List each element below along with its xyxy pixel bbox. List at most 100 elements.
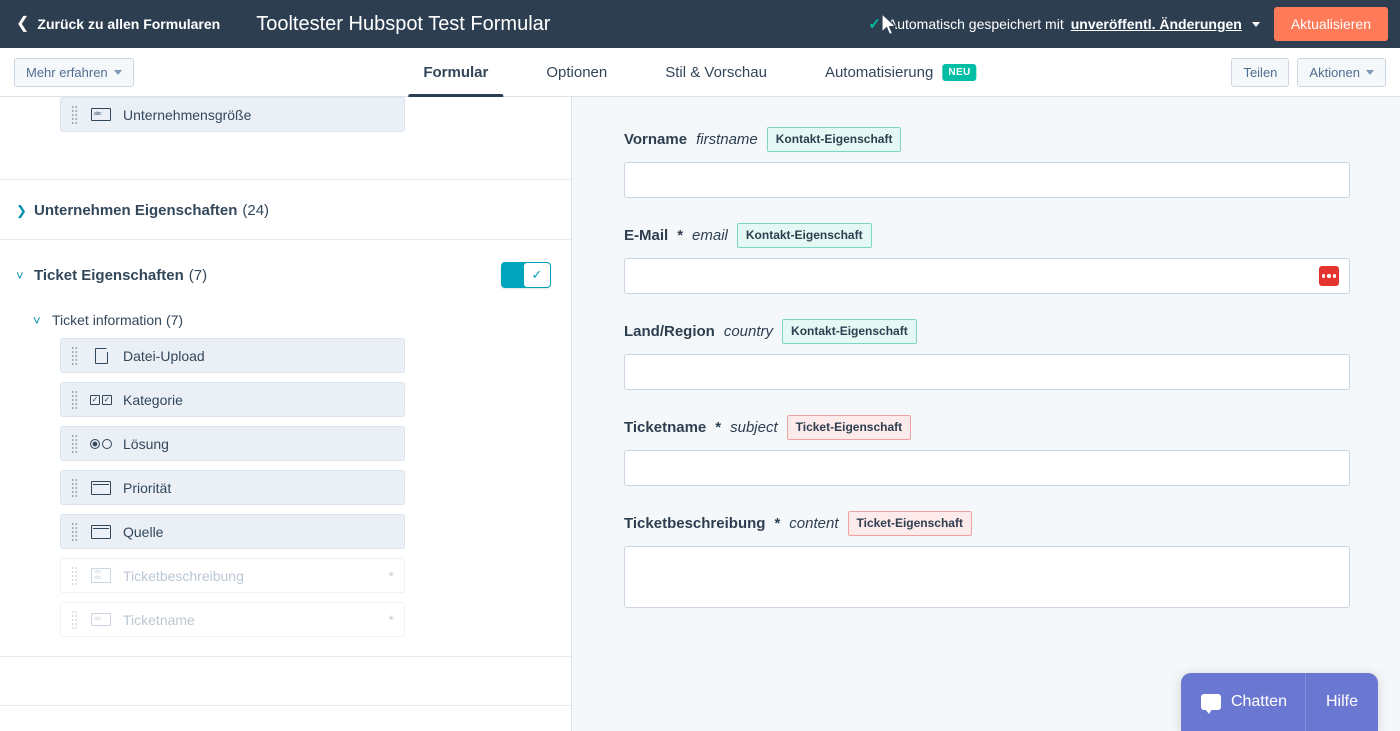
field-item-loesung[interactable]: Lösung xyxy=(60,426,405,461)
ticketbeschreibung-textarea[interactable] xyxy=(624,546,1350,608)
chevron-right-icon[interactable]: ❯ xyxy=(16,204,30,217)
ticket-properties-toggle[interactable]: ✓ xyxy=(501,262,551,288)
unpublished-changes-link[interactable]: unveröffentl. Änderungen xyxy=(1071,16,1242,32)
file-icon xyxy=(90,347,112,364)
field-header: Vorname firstname Kontakt-Eigenschaft xyxy=(624,127,1350,152)
abc-textbox-icon: abc xyxy=(90,612,112,628)
drag-handle-icon[interactable] xyxy=(71,105,78,124)
email-input[interactable] xyxy=(624,258,1350,294)
chevron-down-icon[interactable]: ˅ xyxy=(16,269,30,282)
field-item-ticketbeschreibung: abc abc Ticketbeschreibung * xyxy=(60,558,405,593)
section-title: Ticket Eigenschaften xyxy=(34,266,184,284)
field-item-unternehmensgroesse[interactable]: abc Unternehmensgröße xyxy=(60,97,405,132)
sidebar-bottom-divider xyxy=(0,705,571,706)
required-marker: * xyxy=(774,515,781,532)
section-count: (24) xyxy=(242,202,270,219)
password-manager-icon[interactable] xyxy=(1319,266,1339,286)
drag-handle-icon[interactable] xyxy=(71,522,78,541)
drag-handle-icon[interactable] xyxy=(71,390,78,409)
drag-handle-icon xyxy=(71,566,78,585)
help-button[interactable]: Hilfe xyxy=(1304,673,1378,731)
select-icon xyxy=(90,524,112,540)
field-header: Ticketname * subject Ticket-Eigenschaft xyxy=(624,415,1350,440)
section-title: Unternehmen Eigenschaften xyxy=(34,202,238,219)
preview-field-vorname: Vorname firstname Kontakt-Eigenschaft xyxy=(624,127,1350,198)
back-to-all-forms-label: Zurück zu allen Formularen xyxy=(37,16,221,32)
update-button[interactable]: Aktualisieren xyxy=(1273,7,1388,41)
learn-more-button[interactable]: Mehr erfahren xyxy=(14,57,134,87)
tab-automatisierung[interactable]: Automatisierung NEU xyxy=(796,48,1006,96)
field-internal-name: content xyxy=(789,515,839,532)
field-item-kategorie[interactable]: ✓ ✓ Kategorie xyxy=(60,382,405,417)
chat-bubble-icon xyxy=(1200,694,1221,714)
editor-tab-bar: Mehr erfahren Formular Optionen Stil & V… xyxy=(0,48,1400,97)
field-item-quelle[interactable]: Quelle xyxy=(60,514,405,549)
back-to-all-forms-link[interactable]: ❮ Zurück zu allen Formularen xyxy=(16,16,221,33)
subsection-count: (7) xyxy=(165,312,184,328)
field-internal-name: country xyxy=(723,323,774,340)
help-button-label: Hilfe xyxy=(1325,693,1358,710)
tab-label: Formular xyxy=(423,63,489,81)
field-label: Ticketbeschreibung xyxy=(624,515,766,532)
section-count: (7) xyxy=(188,266,208,284)
caret-down-icon[interactable] xyxy=(1251,21,1260,27)
field-label: Vorname xyxy=(624,131,688,148)
preview-field-email: E-Mail * email Kontakt-Eigenschaft xyxy=(624,223,1350,294)
chevron-down-icon[interactable]: ˅ xyxy=(33,314,47,327)
section-header-unternehmen[interactable]: ❯ Unternehmen Eigenschaften (24) xyxy=(0,180,571,239)
field-item-label: Priorität xyxy=(123,479,172,496)
actions-button[interactable]: Aktionen xyxy=(1297,57,1386,87)
field-list-ticket: Datei-Upload ✓ ✓ Kategorie Lösung Priori… xyxy=(0,338,571,656)
field-internal-name: subject xyxy=(730,419,778,436)
subsection-header-ticket-information[interactable]: ˅ Ticket information (7) xyxy=(0,308,571,338)
field-item-prioritaet[interactable]: Priorität xyxy=(60,470,405,505)
top-navigation-bar: ❮ Zurück zu allen Formularen Tooltester … xyxy=(0,0,1400,48)
tab-formular[interactable]: Formular xyxy=(394,48,517,97)
sidebar-scroll-area[interactable]: abc Unternehmensgröße ❯ Unternehmen Eige… xyxy=(0,97,571,731)
ticketname-input[interactable] xyxy=(624,450,1350,486)
select-icon xyxy=(90,480,112,496)
check-icon: ✓ xyxy=(868,15,881,33)
drag-handle-icon[interactable] xyxy=(71,434,78,453)
sidebar-section-partial: abc Unternehmensgröße xyxy=(0,97,571,180)
page-title: Tooltester Hubspot Test Formular xyxy=(256,12,551,35)
field-item-label: Lösung xyxy=(123,435,169,452)
property-type-tag: Kontakt-Eigenschaft xyxy=(766,127,902,152)
sidebar-section-unternehmen: ❯ Unternehmen Eigenschaften (24) xyxy=(0,180,571,240)
checkbox-icon: ✓ ✓ xyxy=(90,394,112,405)
required-marker: * xyxy=(388,567,394,584)
field-header: Land/Region country Kontakt-Eigenschaft xyxy=(624,319,1350,344)
tab-label: Stil & Vorschau xyxy=(665,63,767,81)
field-item-ticketname: abc Ticketname * xyxy=(60,602,405,637)
tab-optionen[interactable]: Optionen xyxy=(517,48,636,96)
drag-handle-icon xyxy=(71,610,78,629)
field-library-sidebar: abc Unternehmensgröße ❯ Unternehmen Eige… xyxy=(0,97,572,731)
tab-label: Optionen xyxy=(546,63,608,81)
chat-widget: Chatten Hilfe xyxy=(1180,673,1378,731)
drag-handle-icon[interactable] xyxy=(71,346,78,365)
actions-label: Aktionen xyxy=(1309,64,1360,80)
top-bar-right-group: ✓ Automatisch gespeichert mit unveröffent… xyxy=(868,7,1388,41)
tab-list: Formular Optionen Stil & Vorschau Automa… xyxy=(394,48,1006,97)
new-badge: NEU xyxy=(942,63,977,81)
field-label: Land/Region xyxy=(624,323,715,340)
field-item-label: Unternehmensgröße xyxy=(123,106,252,123)
field-item-label: Quelle xyxy=(123,523,164,540)
field-item-datei-upload[interactable]: Datei-Upload xyxy=(60,338,405,373)
drag-handle-icon[interactable] xyxy=(71,478,78,497)
preview-field-ticketbeschreibung: Ticketbeschreibung * content Ticket-Eige… xyxy=(624,511,1350,608)
form-preview-panel: Vorname firstname Kontakt-Eigenschaft E-… xyxy=(572,97,1400,731)
autosave-status[interactable]: ✓ Automatisch gespeichert mit unveröffent… xyxy=(868,16,1260,32)
required-marker: * xyxy=(388,611,394,628)
land-region-input[interactable] xyxy=(624,354,1350,390)
chat-button[interactable]: Chatten xyxy=(1181,673,1305,731)
section-header-ticket[interactable]: ˅ Ticket Eigenschaften (7) ✓ xyxy=(0,240,571,308)
vorname-input[interactable] xyxy=(624,162,1350,198)
tab-bar-right-group: Teilen Aktionen xyxy=(1231,57,1386,87)
tab-stil-vorschau[interactable]: Stil & Vorschau xyxy=(636,48,796,96)
field-label: Ticketname xyxy=(624,419,707,436)
share-button[interactable]: Teilen xyxy=(1231,57,1290,87)
hubspot-form-editor: ❮ Zurück zu allen Formularen Tooltester … xyxy=(0,0,1400,731)
field-header: E-Mail * email Kontakt-Eigenschaft xyxy=(624,223,1350,248)
required-marker: * xyxy=(715,419,722,436)
